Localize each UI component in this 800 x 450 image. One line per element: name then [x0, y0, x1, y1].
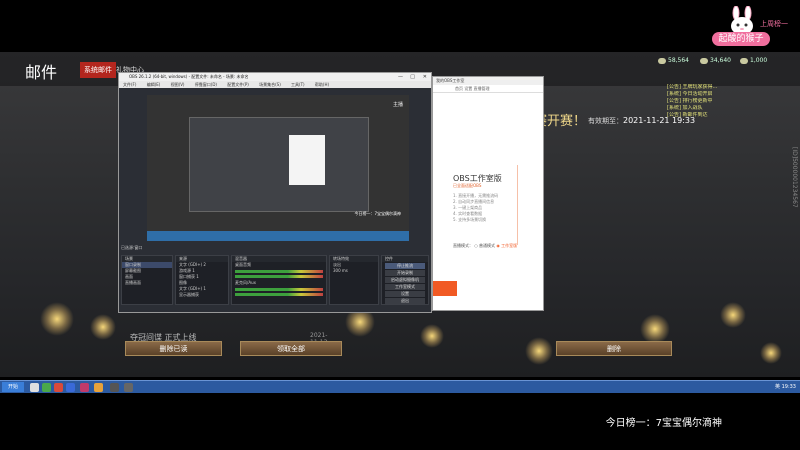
sources-dock: 来源 文字 (GDI+) 2 游戏源 1 窗口捕获 1 图像 文字 (GDI+)…	[175, 255, 229, 305]
bokeh-light	[90, 314, 116, 340]
mode-options: 直播模式： ○ 普通模式 ◉ 工作室版	[453, 243, 517, 249]
transitions-dock: 转场特效 淡出 300 ms	[329, 255, 379, 305]
chat-line: [公告] 王牌玩家获得...	[667, 84, 718, 90]
volume-slider[interactable]	[235, 293, 323, 296]
chat-line: [系统] 今日活动开启	[667, 91, 713, 97]
mail-deadline: 有效期至：2021-11-21 19:33	[588, 116, 695, 126]
stat-gold: 34,640	[700, 57, 731, 65]
menu-scene-collection[interactable]: 场景集合(S)	[259, 82, 281, 87]
stat-diamond: 1,000	[740, 57, 767, 65]
ammo-icon	[658, 57, 666, 64]
obs-menubar: 文件(F) 编辑(E) 视图(V) 停靠窗口(D) 配置文件(P) 场景集合(S…	[119, 81, 431, 88]
taskbar: 开始 英 19:33	[0, 380, 800, 393]
bokeh-light	[420, 324, 444, 348]
menu-help[interactable]: 帮助(H)	[315, 82, 329, 87]
stat-ammo: 58,564	[658, 57, 689, 65]
menu-profile[interactable]: 配置文件(P)	[227, 82, 249, 87]
mixer-channel-label: 麦克风/Aux	[235, 280, 256, 285]
nested-preview	[189, 117, 369, 212]
obs-title-text: OBS 26.1.2 (64-bit, windows) - 配置文件: 未命名…	[129, 74, 249, 79]
bokeh-light	[40, 302, 74, 336]
stop-streaming-button[interactable]: 停止推流	[385, 263, 425, 269]
confirm-button[interactable]	[433, 281, 457, 296]
chat-line: [公告] 排行榜更新中	[667, 98, 713, 104]
mixer-channel-label: 桌面音频	[235, 262, 251, 267]
virtual-camera-button[interactable]: 启动虚拟摄像机	[385, 277, 425, 283]
obs-window: OBS 26.1.2 (64-bit, windows) - 配置文件: 未命名…	[118, 72, 432, 313]
explorer-icon[interactable]	[30, 383, 39, 392]
preview-label: 主播	[392, 102, 403, 108]
popup-title: 我的OBS工作室	[436, 78, 465, 83]
obs-studio-popup: 我的OBS工作室 首页 设置 直播管理 OBS工作室版 已全面适配OBS 1. …	[432, 76, 544, 311]
streamer-name-badge: 起酸的猴子	[712, 32, 770, 46]
scene-item[interactable]: 直播画面	[122, 280, 172, 286]
delete-button[interactable]: 删除	[556, 341, 672, 356]
exit-button[interactable]: 退出	[385, 298, 425, 304]
controls-dock: 控件 停止推流 开始录制 启动虚拟摄像机 工作室模式 设置 退出	[381, 255, 429, 305]
start-button[interactable]: 开始	[2, 382, 24, 392]
maximize-icon[interactable]: □	[410, 73, 415, 81]
obs-preview[interactable]: 主播 今日榜一：7宝宝偶尔滴神	[147, 95, 409, 241]
menu-file[interactable]: 文件(F)	[123, 82, 136, 87]
audio-meter	[235, 270, 323, 273]
menu-view[interactable]: 视图(V)	[171, 82, 185, 87]
volume-slider[interactable]	[235, 275, 323, 278]
chat-line: [系统] 加入战队	[667, 105, 703, 111]
app-icon[interactable]	[124, 383, 133, 392]
claim-all-button[interactable]: 领取全部	[240, 341, 342, 356]
input-language[interactable]: 英	[775, 384, 780, 390]
app-icon[interactable]	[94, 383, 103, 392]
deadline-value: 2021-11-21 19:33	[623, 116, 696, 125]
tab-system-mail[interactable]: 系统邮件	[80, 62, 116, 78]
stream-frame: 上周榜一 起酸的猴子 邮件 系统邮件 礼物中心 58,564 34,640 1,…	[0, 0, 800, 450]
mode-radio-studio[interactable]: ◉ 工作室版	[496, 243, 517, 248]
weekly-top-label: 上周榜一	[760, 20, 788, 28]
popup-subheading: 已全面适配OBS	[453, 183, 482, 188]
chat-log: [公告] 王牌玩家获得... [系统] 今日活动开启 [公告] 排行榜更新中 […	[667, 84, 767, 119]
app-icon[interactable]	[80, 383, 89, 392]
menu-tools[interactable]: 工具(T)	[291, 82, 305, 87]
nested-document	[289, 135, 325, 185]
audio-meter	[235, 288, 323, 291]
preview-caption: 今日榜一：7宝宝偶尔滴神	[354, 211, 401, 216]
mixer-dock: 混音器 桌面音频 麦克风/Aux	[231, 255, 327, 305]
obs-titlebar: OBS 26.1.2 (64-bit, windows) - 配置文件: 未命名…	[119, 73, 431, 81]
coin-icon	[700, 57, 708, 64]
start-recording-button[interactable]: 开始录制	[385, 270, 425, 276]
obs-status-text: 已选源:窗口	[121, 245, 143, 250]
app-icon[interactable]	[54, 383, 63, 392]
popup-tabs[interactable]: 首页 设置 直播管理	[433, 85, 543, 93]
system-tray: 英 19:33	[775, 383, 796, 390]
delete-read-button[interactable]: 删除已读	[125, 341, 222, 356]
bokeh-light	[720, 302, 746, 328]
settings-button[interactable]: 设置	[385, 291, 425, 297]
menu-docks[interactable]: 停靠窗口(D)	[195, 82, 217, 87]
obs-taskbar-icon[interactable]	[110, 383, 119, 392]
player-id: [ID]5000001234567	[791, 147, 798, 208]
close-icon[interactable]: ✕	[423, 73, 427, 81]
menu-edit[interactable]: 编辑(E)	[147, 82, 161, 87]
diamond-icon	[740, 57, 748, 64]
stream-ticker: 今日榜一：7宝宝偶尔滴神	[605, 418, 722, 429]
clock: 19:33	[781, 384, 796, 390]
app-icon[interactable]	[42, 383, 51, 392]
studio-mode-button[interactable]: 工作室模式	[385, 284, 425, 290]
mode-label: 直播模式：	[453, 243, 473, 248]
app-icon[interactable]	[66, 383, 75, 392]
bokeh-light	[760, 342, 782, 364]
feature-line: 5. 支持多场景切换	[453, 217, 487, 222]
bokeh-light	[525, 337, 553, 365]
popup-description: 1. 直接开播，无需推流码 2. 自动同步直播间信息 3. 一键上架商品 4. …	[453, 193, 537, 223]
scenes-dock: 场景 窗口录制 屏幕截图 画面 直播画面	[121, 255, 173, 305]
page-title: 邮件	[25, 63, 58, 82]
controls-header: 控件	[382, 256, 428, 262]
deadline-label: 有效期至：	[588, 117, 623, 125]
mode-radio-normal[interactable]: ○ 普通模式	[474, 243, 495, 248]
nested-taskbar	[147, 231, 409, 241]
bokeh-light	[640, 314, 670, 344]
minimize-icon[interactable]: —	[398, 73, 403, 81]
popup-titlebar: 我的OBS工作室	[433, 77, 543, 85]
source-item[interactable]: 显示器捕获	[176, 292, 228, 298]
transition-duration[interactable]: 300 ms	[330, 268, 378, 274]
